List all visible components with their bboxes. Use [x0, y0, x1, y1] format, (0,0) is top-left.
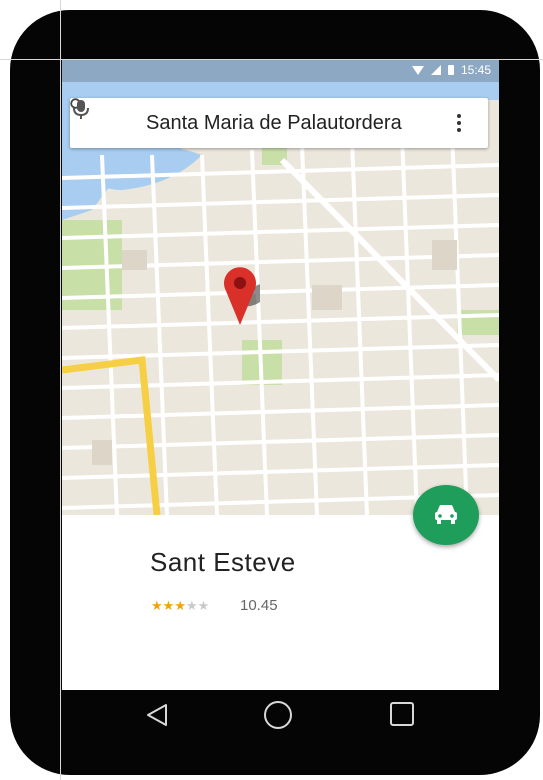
signal-icon	[430, 65, 441, 75]
place-title: Sant Esteve	[150, 547, 296, 577]
map-view[interactable]: 15:45 Santa Maria de Palautordera	[62, 60, 499, 515]
recents-icon[interactable]	[390, 702, 414, 726]
star-empty-icon: ★	[197, 599, 210, 614]
search-input[interactable]: Santa Maria de Palautordera	[146, 112, 402, 135]
battery-icon	[447, 65, 454, 75]
car-icon	[435, 505, 457, 524]
directions-button[interactable]	[413, 485, 479, 545]
search-bar[interactable]: Santa Maria de Palautordera	[70, 98, 488, 148]
star-filled-icon: ★	[174, 599, 186, 614]
navigation-bar	[62, 690, 499, 742]
status-bar: 15:45	[62, 60, 499, 82]
rating-value: 10.45	[240, 597, 278, 614]
guide-line-vertical	[60, 0, 61, 780]
star-filled-icon: ★	[162, 599, 175, 614]
star-empty-icon: ★	[185, 599, 198, 614]
rating-stars: ★ ★ ★ ★ ★	[151, 600, 209, 613]
star-filled-icon: ★	[151, 599, 163, 614]
map-pin-icon[interactable]	[220, 265, 260, 327]
back-icon[interactable]	[144, 702, 170, 728]
app-screen: 15:45 Santa Maria de Palautordera Sant E…	[62, 60, 499, 690]
home-icon[interactable]	[264, 701, 292, 729]
more-options-icon[interactable]	[456, 112, 462, 134]
wifi-icon	[411, 65, 424, 75]
mic-icon[interactable]	[70, 98, 92, 120]
status-time: 15:45	[460, 63, 491, 77]
